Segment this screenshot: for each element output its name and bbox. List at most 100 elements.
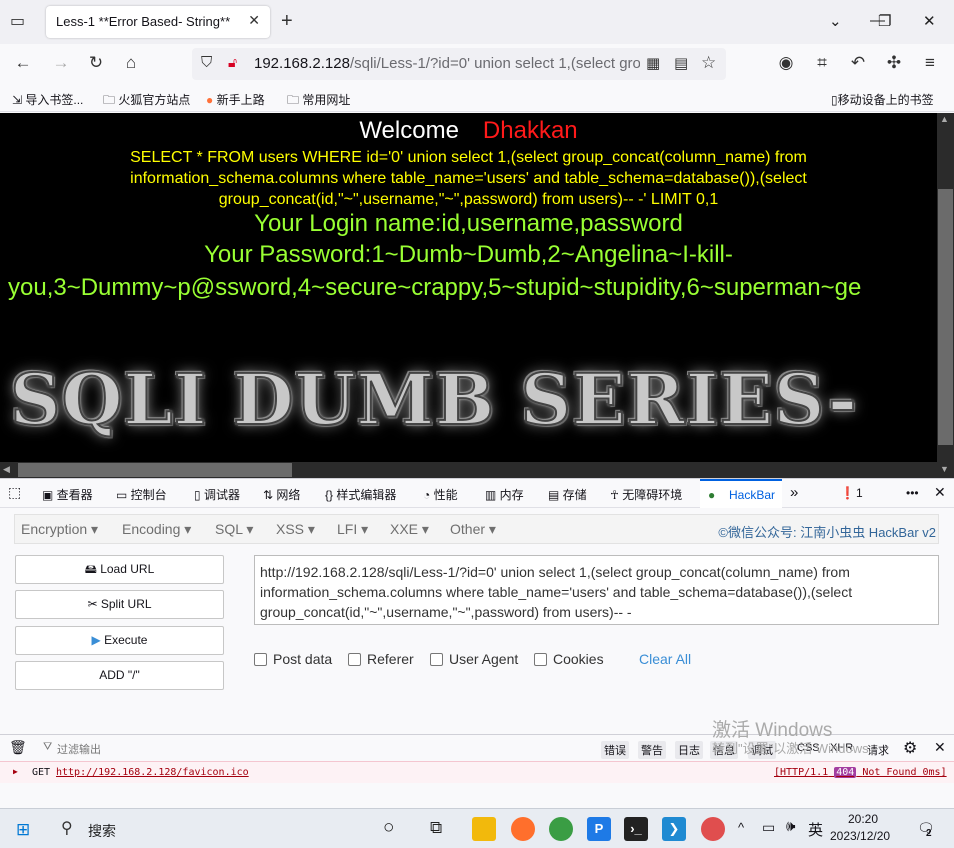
tab-debugger[interactable]: ▯ 调试器 [194, 486, 240, 503]
bookmark-getting-started[interactable]: ● 新手上路 [206, 91, 265, 108]
network-tray-icon[interactable]: ▭ [762, 819, 775, 836]
bookmark-common-sites[interactable]: 🗀︎ 常用网址 [287, 91, 350, 112]
tab-accessibility[interactable]: ☥ 无障碍环境 [610, 486, 682, 503]
file-explorer-icon[interactable] [472, 817, 496, 841]
volume-icon[interactable]: 🕪︎ [786, 818, 795, 835]
close-console-icon[interactable]: ✕ [934, 739, 946, 756]
task-view-icon[interactable]: ⧉ [430, 818, 442, 838]
menu-encoding[interactable]: Encoding ▾ [122, 521, 191, 538]
tab-inspector[interactable]: ▣ 查看器 [42, 486, 93, 503]
menu-icon[interactable]: ≡ [919, 53, 941, 73]
bookmark-firefox-site[interactable]: 🗀︎ 火狐官方站点 [103, 91, 190, 112]
close-tab-icon[interactable]: ✕ [248, 12, 260, 29]
url-text[interactable]: 192.168.2.128/sqli/Less-1/?id=0' union s… [254, 55, 640, 72]
bookmark-import[interactable]: ⇲ 导入书签... [12, 91, 83, 108]
insecure-lock-icon[interactable]: 🔓︎ [228, 54, 237, 71]
referer-checkbox[interactable]: Referer [348, 651, 414, 667]
back-icon[interactable]: ← [12, 53, 34, 73]
cortana-icon[interactable]: ○ [383, 817, 394, 839]
horizontal-scrollbar[interactable]: ◀ [0, 462, 937, 478]
tab-list-icon[interactable]: ⌄ [829, 12, 842, 30]
close-devtools-icon[interactable]: ✕ [934, 484, 946, 501]
filter-warnings[interactable]: 警告 [638, 741, 666, 759]
filter-logs[interactable]: 日志 [675, 741, 703, 759]
maximize-icon[interactable]: ❐ [878, 12, 891, 30]
forward-icon[interactable]: → [50, 53, 72, 73]
undo-icon[interactable]: ↶ [847, 53, 869, 73]
clear-all-link[interactable]: Clear All [639, 651, 691, 667]
url-bar[interactable]: ⛉ 🔓︎ 192.168.2.128/sqli/Less-1/?id=0' un… [192, 48, 726, 80]
bookmark-star-icon[interactable]: ☆ [701, 53, 716, 73]
tracking-shield-icon[interactable]: ⛉ [201, 54, 212, 71]
tab-performance[interactable]: ◔ 性能 [423, 486, 458, 503]
tab-active[interactable]: Less-1 **Error Based- String** ✕ [46, 6, 270, 38]
execute-button[interactable]: ▶ Execute [15, 626, 224, 655]
qr-code-icon[interactable]: ▦ [646, 54, 660, 72]
screenshot-icon[interactable]: ⌗ [811, 53, 833, 73]
more-tabs-icon[interactable]: » [790, 484, 798, 501]
tab-style-editor[interactable]: {} 样式编辑器 [325, 486, 396, 503]
filter-output-input[interactable]: 过滤输出 [57, 741, 101, 757]
vscode-icon[interactable]: ❯ [662, 817, 686, 841]
extensions-icon[interactable]: ✣ [883, 53, 905, 73]
menu-sql[interactable]: SQL ▾ [215, 521, 253, 538]
vertical-scrollbar[interactable]: ▲ ▼ [937, 113, 954, 478]
horizontal-scroll-thumb[interactable] [18, 463, 292, 477]
error-count[interactable]: 1 [856, 486, 863, 500]
scroll-left-icon[interactable]: ◀ [3, 464, 10, 475]
menu-xss[interactable]: XSS ▾ [276, 521, 315, 538]
user-agent-checkbox[interactable]: User Agent [430, 651, 518, 667]
menu-other[interactable]: Other ▾ [450, 521, 496, 538]
request-status[interactable]: [HTTP/1.1 404 Not Found 0ms] [774, 767, 947, 778]
scroll-down-icon[interactable]: ▼ [940, 464, 949, 474]
request-url-link[interactable]: http://192.168.2.128/favicon.ico [56, 767, 249, 778]
error-count-icon[interactable]: ❗ [840, 486, 855, 500]
trash-icon[interactable]: 🗑︎ [9, 739, 27, 756]
tab-overview-icon[interactable]: ▭ [10, 11, 25, 31]
menu-xxe[interactable]: XXE ▾ [390, 521, 429, 538]
tab-console[interactable]: ▭ 控制台 [116, 486, 167, 503]
hackbar-url-textarea[interactable]: http://192.168.2.128/sqli/Less-1/?id=0' … [254, 555, 939, 625]
devtools-options-icon[interactable]: ••• [906, 486, 919, 500]
expand-arrow-icon[interactable]: ▶ [13, 767, 18, 776]
storage-icon: ▤ [548, 488, 563, 502]
clock-date[interactable]: 2023/12/20 [830, 829, 890, 843]
tab-storage[interactable]: ▤ 存储 [548, 486, 587, 503]
cookies-checkbox[interactable]: Cookies [534, 651, 604, 667]
close-window-icon[interactable]: ✕ [923, 12, 936, 30]
console-error-row[interactable]: ▶ GET http://192.168.2.128/favicon.ico [… [0, 761, 954, 783]
windows-start-icon[interactable]: ⊞ [16, 820, 30, 840]
colorful-app-icon[interactable] [701, 817, 725, 841]
add-slash-button[interactable]: ADD "/" [15, 661, 224, 690]
account-icon[interactable]: ◉ [775, 53, 797, 73]
search-icon[interactable]: ⚲ [61, 818, 73, 838]
element-picker-icon[interactable]: ⬚ [8, 484, 21, 501]
ime-indicator[interactable]: 英 [808, 819, 823, 840]
load-url-button[interactable]: 🖴︎ Load URL [15, 555, 224, 584]
windows-taskbar: ⊞ ⚲ 搜索 ○ ⧉ P ›_ ❯ ^ ▭ 🕪︎ 英 20:20 2023/12… [0, 808, 954, 848]
tab-network[interactable]: ⇅ 网络 [263, 486, 300, 503]
taskbar-search[interactable]: 搜索 [88, 821, 116, 841]
clock-time[interactable]: 20:20 [848, 812, 878, 826]
tab-memory[interactable]: ▥ 内存 [485, 486, 524, 503]
chrome-icon[interactable] [549, 817, 573, 841]
post-data-checkbox[interactable]: Post data [254, 651, 332, 667]
firefox-taskbar-icon[interactable] [511, 817, 535, 841]
vertical-scroll-thumb[interactable] [938, 189, 953, 445]
reload-icon[interactable]: ↻ [85, 53, 107, 73]
menu-lfi[interactable]: LFI ▾ [337, 521, 368, 538]
split-url-button[interactable]: ✂︎ Split URL [15, 590, 224, 619]
filter-errors[interactable]: 错误 [601, 741, 629, 759]
tray-chevron-icon[interactable]: ^ [738, 820, 744, 835]
tab-hackbar[interactable]: ● HackBar [700, 479, 782, 508]
terminal-icon[interactable]: ›_ [624, 817, 648, 841]
status-code-badge: 404 [834, 767, 857, 778]
home-icon[interactable]: ⌂ [120, 53, 142, 73]
reader-view-icon[interactable]: ▤ [674, 54, 688, 72]
console-settings-icon[interactable]: ⚙ [903, 738, 917, 758]
new-tab-icon[interactable]: + [281, 10, 293, 33]
menu-encryption[interactable]: Encryption ▾ [21, 521, 98, 538]
bookmark-mobile[interactable]: ▯移动设备上的书签 [831, 91, 934, 108]
pycharm-p-icon[interactable]: P [587, 817, 611, 841]
scroll-up-icon[interactable]: ▲ [940, 114, 949, 124]
